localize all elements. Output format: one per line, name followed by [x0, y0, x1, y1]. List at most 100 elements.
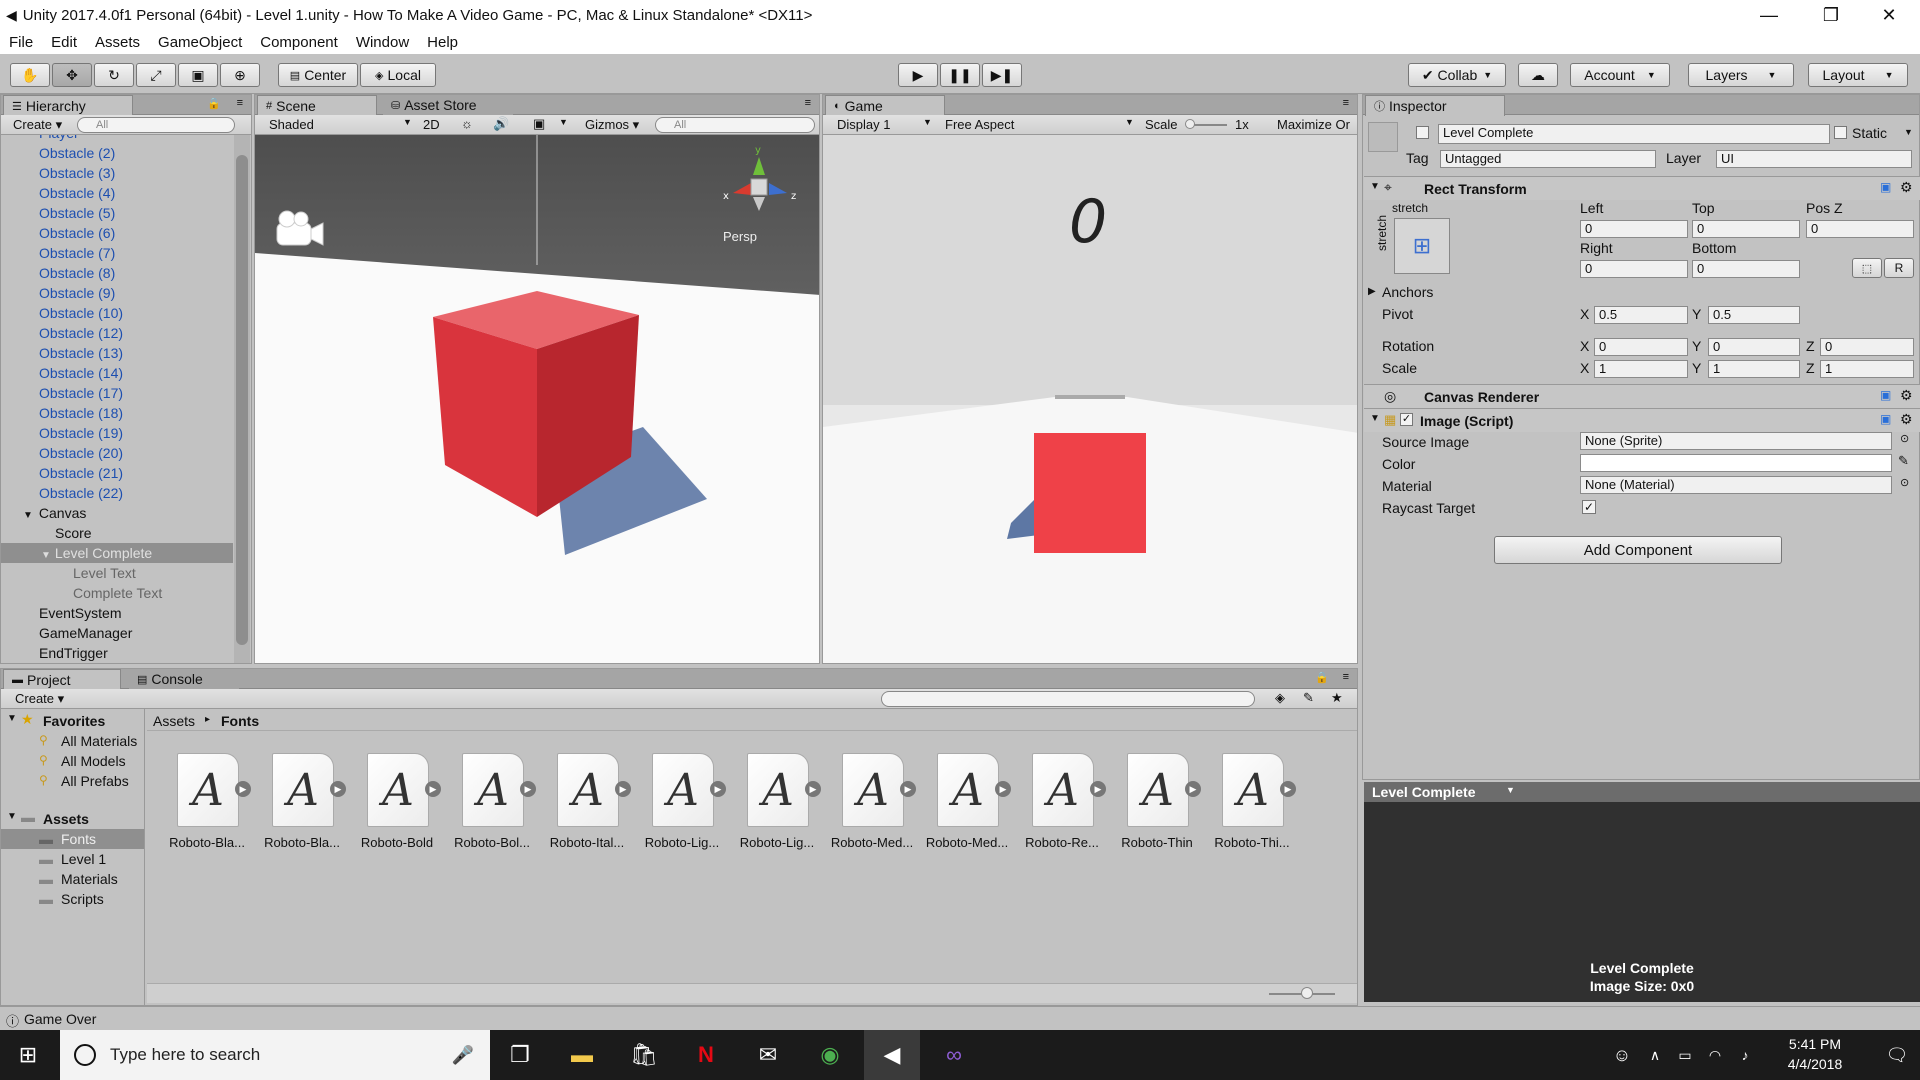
font-asset-icon[interactable]: A [272, 753, 334, 827]
list-item[interactable]: Level 1 [61, 851, 106, 867]
expand-triangle-icon[interactable]: ▼ [7, 713, 17, 724]
list-item[interactable]: Fonts [61, 831, 96, 847]
gear-icon[interactable]: ⚙ [1900, 411, 1913, 428]
hierarchy-create-button[interactable]: Create ▾ [13, 117, 62, 133]
tray-chevron-up-icon[interactable]: ∧ [1640, 1030, 1670, 1080]
play-button[interactable]: ▶ [898, 63, 938, 87]
breadcrumb-assets[interactable]: Assets [153, 713, 195, 729]
tab-scene[interactable]: # Scene [257, 95, 377, 116]
play-arrow-icon[interactable]: ▶ [425, 781, 441, 797]
project-create-button[interactable]: Create ▾ [15, 691, 64, 707]
layers-dropdown[interactable]: Layers ▼ [1688, 63, 1794, 87]
font-asset-label[interactable]: Roboto-Bla... [161, 835, 253, 850]
panel-menu-icon[interactable]: ≡ [805, 97, 811, 109]
right-input[interactable]: 0 [1580, 260, 1688, 278]
play-arrow-icon[interactable]: ▶ [995, 781, 1011, 797]
raycast-target-checkbox[interactable]: ✓ [1582, 500, 1596, 514]
scale-slider-thumb[interactable] [1185, 119, 1195, 129]
menu-edit[interactable]: Edit [42, 34, 86, 51]
icon-size-slider-thumb[interactable] [1301, 987, 1313, 999]
rotate-tool-icon[interactable]: ↻ [94, 63, 134, 87]
lock-icon[interactable]: 🔒 [1315, 671, 1329, 684]
panel-menu-icon[interactable]: ≡ [1343, 97, 1349, 109]
mail-icon[interactable]: ✉ [740, 1030, 796, 1080]
list-item[interactable]: Obstacle (19) [39, 423, 233, 443]
list-item[interactable]: Obstacle (2) [39, 143, 233, 163]
list-item[interactable]: All Materials [61, 733, 137, 749]
scale-tool-icon[interactable]: ⤢ [136, 63, 176, 87]
bottom-input[interactable]: 0 [1692, 260, 1800, 278]
cloud-button[interactable]: ☁ [1518, 63, 1558, 87]
assets-label[interactable]: Assets [43, 811, 89, 827]
display-dropdown[interactable]: Display 1 [837, 117, 890, 132]
list-item[interactable]: Obstacle (10) [39, 303, 233, 323]
object-picker-icon[interactable]: ⊙ [1900, 476, 1909, 489]
list-item[interactable]: Obstacle (4) [39, 183, 233, 203]
taskbar-search-box[interactable]: Type here to search 🎤 [60, 1030, 490, 1080]
unity-taskbar-icon[interactable]: ◀ [864, 1030, 920, 1080]
panel-menu-icon[interactable]: ≡ [237, 97, 243, 109]
collapse-triangle-icon[interactable]: ▶ [1368, 286, 1376, 297]
list-item[interactable]: Obstacle (8) [39, 263, 233, 283]
eyedropper-icon[interactable]: ✎ [1898, 453, 1909, 469]
filter-label-icon[interactable]: ✎ [1303, 690, 1314, 706]
add-component-button[interactable]: Add Component [1494, 536, 1782, 564]
help-icon[interactable]: ▣ [1880, 180, 1891, 194]
collab-button[interactable]: ✔ Collab ▼ [1408, 63, 1506, 87]
font-asset-icon[interactable]: A [367, 753, 429, 827]
windows-start-icon[interactable]: ⊞ [0, 1030, 56, 1080]
static-checkbox[interactable] [1834, 126, 1847, 139]
scrollbar-thumb[interactable] [236, 155, 248, 645]
list-item[interactable]: All Prefabs [61, 773, 129, 789]
scene-viewport[interactable]: y x z Persp [255, 135, 819, 663]
expand-triangle-icon[interactable]: ▼ [7, 811, 17, 822]
tab-project[interactable]: ▬ Project [3, 669, 121, 690]
rect-tool-icon[interactable]: ▣ [178, 63, 218, 87]
list-item[interactable]: Obstacle (13) [39, 343, 233, 363]
font-asset-label[interactable]: Roboto-Bold [351, 835, 443, 850]
list-item[interactable]: Obstacle (21) [39, 463, 233, 483]
play-arrow-icon[interactable]: ▶ [1280, 781, 1296, 797]
audio-icon[interactable]: 🔊 [493, 116, 509, 132]
tab-hierarchy[interactable]: ☰ Hierarchy [3, 95, 133, 116]
list-item[interactable]: Obstacle (22) [39, 483, 233, 503]
gear-icon[interactable]: ⚙ [1900, 387, 1913, 404]
persp-label[interactable]: Persp [723, 229, 757, 244]
hierarchy-search-input[interactable]: All [77, 117, 235, 133]
play-arrow-icon[interactable]: ▶ [615, 781, 631, 797]
left-input[interactable]: 0 [1580, 220, 1688, 238]
hierarchy-scrollbar[interactable] [234, 135, 250, 663]
menu-help[interactable]: Help [418, 34, 467, 51]
microphone-icon[interactable]: 🎤 [452, 1045, 474, 1066]
raw-edit-button[interactable]: R [1884, 258, 1914, 278]
expand-triangle-icon[interactable]: ▼ [1370, 181, 1380, 192]
list-item[interactable]: EndTrigger [39, 643, 233, 663]
font-asset-icon[interactable]: A [557, 753, 619, 827]
font-asset-label[interactable]: Roboto-Thin [1111, 835, 1203, 850]
gizmos-dropdown[interactable]: Gizmos ▾ [585, 117, 639, 133]
chevron-down-icon[interactable]: ▼ [1904, 127, 1913, 137]
preview-header[interactable]: Level Complete ▼ [1364, 782, 1920, 802]
maximize-on-play-toggle[interactable]: Maximize Or [1277, 117, 1350, 132]
font-asset-label[interactable]: Roboto-Lig... [731, 835, 823, 850]
play-arrow-icon[interactable]: ▶ [1185, 781, 1201, 797]
netflix-icon[interactable]: N [678, 1030, 734, 1080]
gear-icon[interactable]: ⚙ [1900, 179, 1913, 196]
pivot-y-input[interactable]: 0.5 [1708, 306, 1800, 324]
list-item[interactable]: GameManager [39, 623, 233, 643]
favorites-label[interactable]: Favorites [43, 713, 105, 729]
project-search-input[interactable] [881, 691, 1255, 707]
status-message[interactable]: Game Over [24, 1011, 96, 1027]
menu-file[interactable]: File [0, 34, 42, 51]
play-arrow-icon[interactable]: ▶ [330, 781, 346, 797]
rotation-y-input[interactable]: 0 [1708, 338, 1800, 356]
2d-toggle[interactable]: 2D [423, 117, 440, 132]
menu-gameobject[interactable]: GameObject [149, 34, 251, 51]
font-asset-label[interactable]: Roboto-Re... [1016, 835, 1108, 850]
rotation-x-input[interactable]: 0 [1594, 338, 1688, 356]
step-button[interactable]: ▶❚ [982, 63, 1022, 87]
rotation-z-input[interactable]: 0 [1820, 338, 1914, 356]
font-asset-icon[interactable]: A [177, 753, 239, 827]
panel-menu-icon[interactable]: ≡ [1343, 671, 1349, 683]
pivot-center-button[interactable]: ▤ Center [278, 63, 358, 87]
